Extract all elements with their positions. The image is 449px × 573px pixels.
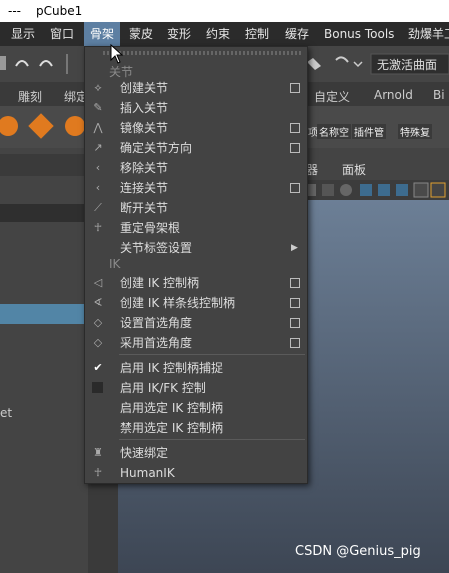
- submenu-arrow-icon: ▶: [291, 243, 298, 253]
- preferred-angle-icon: ◇: [93, 316, 103, 329]
- window-dash: ---: [8, 4, 21, 18]
- option-box-icon: [290, 278, 300, 288]
- lights-icon: [378, 184, 390, 196]
- tab-sculpt[interactable]: 雕刻: [18, 88, 42, 105]
- orange-tool-icon-2: [65, 116, 85, 136]
- orange-tool-icon: [0, 116, 18, 136]
- menu-item-insert-joint[interactable]: ✎ 插入关节: [85, 98, 307, 118]
- option-box-icon: [290, 338, 300, 348]
- tab-arnold[interactable]: Arnold: [374, 88, 413, 102]
- joint-icon: ⟡: [94, 81, 102, 94]
- check-icon: ✔: [93, 361, 103, 374]
- menu-deform[interactable]: 变形: [167, 22, 191, 46]
- menu-cache[interactable]: 缓存: [285, 22, 309, 46]
- insert-joint-icon: ✎: [93, 101, 103, 114]
- magnet-icon: [307, 58, 321, 70]
- menu-item-enable-selected-ik-handles[interactable]: 启用选定 IK 控制柄: [85, 398, 307, 418]
- watermark: CSDN @Genius_pig: [295, 544, 421, 559]
- menu-window[interactable]: 窗口: [50, 22, 74, 46]
- menu-item-create-ik-handle[interactable]: ◁ 创建 IK 控制柄: [85, 273, 307, 293]
- menu-skin[interactable]: 蒙皮: [129, 22, 153, 46]
- viewport-menubar: 器 面板: [300, 158, 449, 180]
- connect-joint-icon: ‹: [95, 181, 101, 194]
- menu-display[interactable]: 显示: [11, 22, 35, 46]
- quick-rig-icon: ♜: [93, 446, 103, 459]
- window-titlebar: --- pCube1: [0, 0, 449, 22]
- section-ik: IK: [109, 257, 121, 271]
- menu-item-create-ik-spline-handle[interactable]: ∢ 创建 IK 样条线控制柄: [85, 293, 307, 313]
- refresh-icon: [335, 56, 349, 63]
- option-box-icon: [290, 143, 300, 153]
- option-box-icon: [290, 83, 300, 93]
- menu-item-create-joint[interactable]: ⟡ 创建关节: [85, 78, 307, 98]
- reroot-icon: ☥: [93, 221, 103, 234]
- option-box-icon: [290, 183, 300, 193]
- undo-icon: [15, 60, 29, 67]
- cube-icon: [430, 182, 446, 198]
- window-title: pCube1: [36, 4, 83, 18]
- menu-control[interactable]: 控制: [245, 22, 269, 46]
- shaded-icon: [340, 184, 352, 196]
- menu-item-connect-joint[interactable]: ‹ 连接关节: [85, 178, 307, 198]
- mirror-joint-icon: ⋀: [93, 121, 103, 134]
- left-panel: et: [0, 148, 88, 573]
- menu-item-enable-ikfk-control[interactable]: 启用 IK/FK 控制: [85, 378, 307, 398]
- option-box-icon: [290, 318, 300, 328]
- chevron-down-icon: [353, 61, 363, 68]
- redo-icon: [39, 60, 53, 67]
- textured-icon: [360, 184, 372, 196]
- menu-bonus-tools[interactable]: Bonus Tools: [324, 22, 394, 46]
- option-box-icon: [290, 298, 300, 308]
- shelf-button-special-duplicate[interactable]: 特殊复: [398, 124, 432, 139]
- remove-joint-icon: ‹: [95, 161, 101, 174]
- menu-constrain[interactable]: 约束: [206, 22, 230, 46]
- mouse-cursor-icon: [110, 44, 124, 64]
- menu-item-remove-joint[interactable]: ‹ 移除关节: [85, 158, 307, 178]
- selected-outliner-item[interactable]: [0, 304, 84, 324]
- main-menubar: 显示 窗口 骨架 蒙皮 变形 约束 控制 缓存 Bonus Tools 劲爆羊工: [0, 22, 449, 46]
- menu-item-reroot-skeleton[interactable]: ☥ 重定骨架根: [85, 218, 307, 238]
- menu-item-enable-ik-handle-snap[interactable]: ✔ 启用 IK 控制柄捕捉: [85, 358, 307, 378]
- viewport-toolbar: [300, 180, 449, 200]
- disconnect-joint-icon: ⟋: [94, 201, 102, 214]
- menu-item-joint-labelling[interactable]: 关节标签设置 ▶: [85, 238, 307, 258]
- menu-skeleton[interactable]: 骨架: [84, 22, 120, 46]
- menu-item-mirror-joint[interactable]: ⋀ 镜像关节: [85, 118, 307, 138]
- shelf-button-plugin-manager[interactable]: 插件管: [352, 124, 386, 139]
- option-box-icon: [290, 123, 300, 133]
- unchecked-box-icon: [92, 382, 103, 393]
- menu-item-humanik[interactable]: ☥ HumanIK: [85, 463, 307, 483]
- menu-item-disconnect-joint[interactable]: ⟋ 断开关节: [85, 198, 307, 218]
- orient-joint-icon: ↗: [93, 141, 103, 154]
- tab-custom[interactable]: 自定义: [314, 88, 350, 105]
- humanik-icon: ☥: [93, 466, 103, 479]
- shelf-button-namespace[interactable]: 名称空: [317, 124, 351, 139]
- texture-icon: [396, 184, 408, 196]
- wireframe-icon: [322, 184, 334, 196]
- menu-item-disable-selected-ik-handles[interactable]: 禁用选定 IK 控制柄: [85, 418, 307, 438]
- ik-spline-icon: ∢: [93, 296, 103, 309]
- diamond-tool-icon: [28, 113, 54, 139]
- tab-bifrost[interactable]: Bi: [433, 88, 445, 102]
- menu-item-orient-joint[interactable]: ↗ 确定关节方向: [85, 138, 307, 158]
- tear-off-handle[interactable]: [103, 51, 303, 55]
- save-icon: [0, 56, 6, 70]
- menu-custom-plugin[interactable]: 劲爆羊工: [408, 22, 449, 46]
- isolate-icon: [413, 182, 429, 198]
- assume-angle-icon: ◇: [93, 336, 103, 349]
- menu-item-set-preferred-angle[interactable]: ◇ 设置首选角度: [85, 313, 307, 333]
- left-panel-partial-text: et: [0, 406, 13, 420]
- menu-item-quick-rig[interactable]: ♜ 快速绑定: [85, 443, 307, 463]
- skeleton-dropdown-menu: 关节 ⟡ 创建关节 ✎ 插入关节 ⋀ 镜像关节 ↗ 确定关节方向 ‹ 移除关节 ‹ 连接关节…: [84, 46, 308, 484]
- menu-item-assume-preferred-angle[interactable]: ◇ 采用首选角度: [85, 333, 307, 353]
- viewport-menu-panels[interactable]: 面板: [342, 161, 366, 178]
- ik-handle-icon: ◁: [93, 276, 103, 289]
- live-surface-combo[interactable]: 无激活曲面: [377, 56, 437, 73]
